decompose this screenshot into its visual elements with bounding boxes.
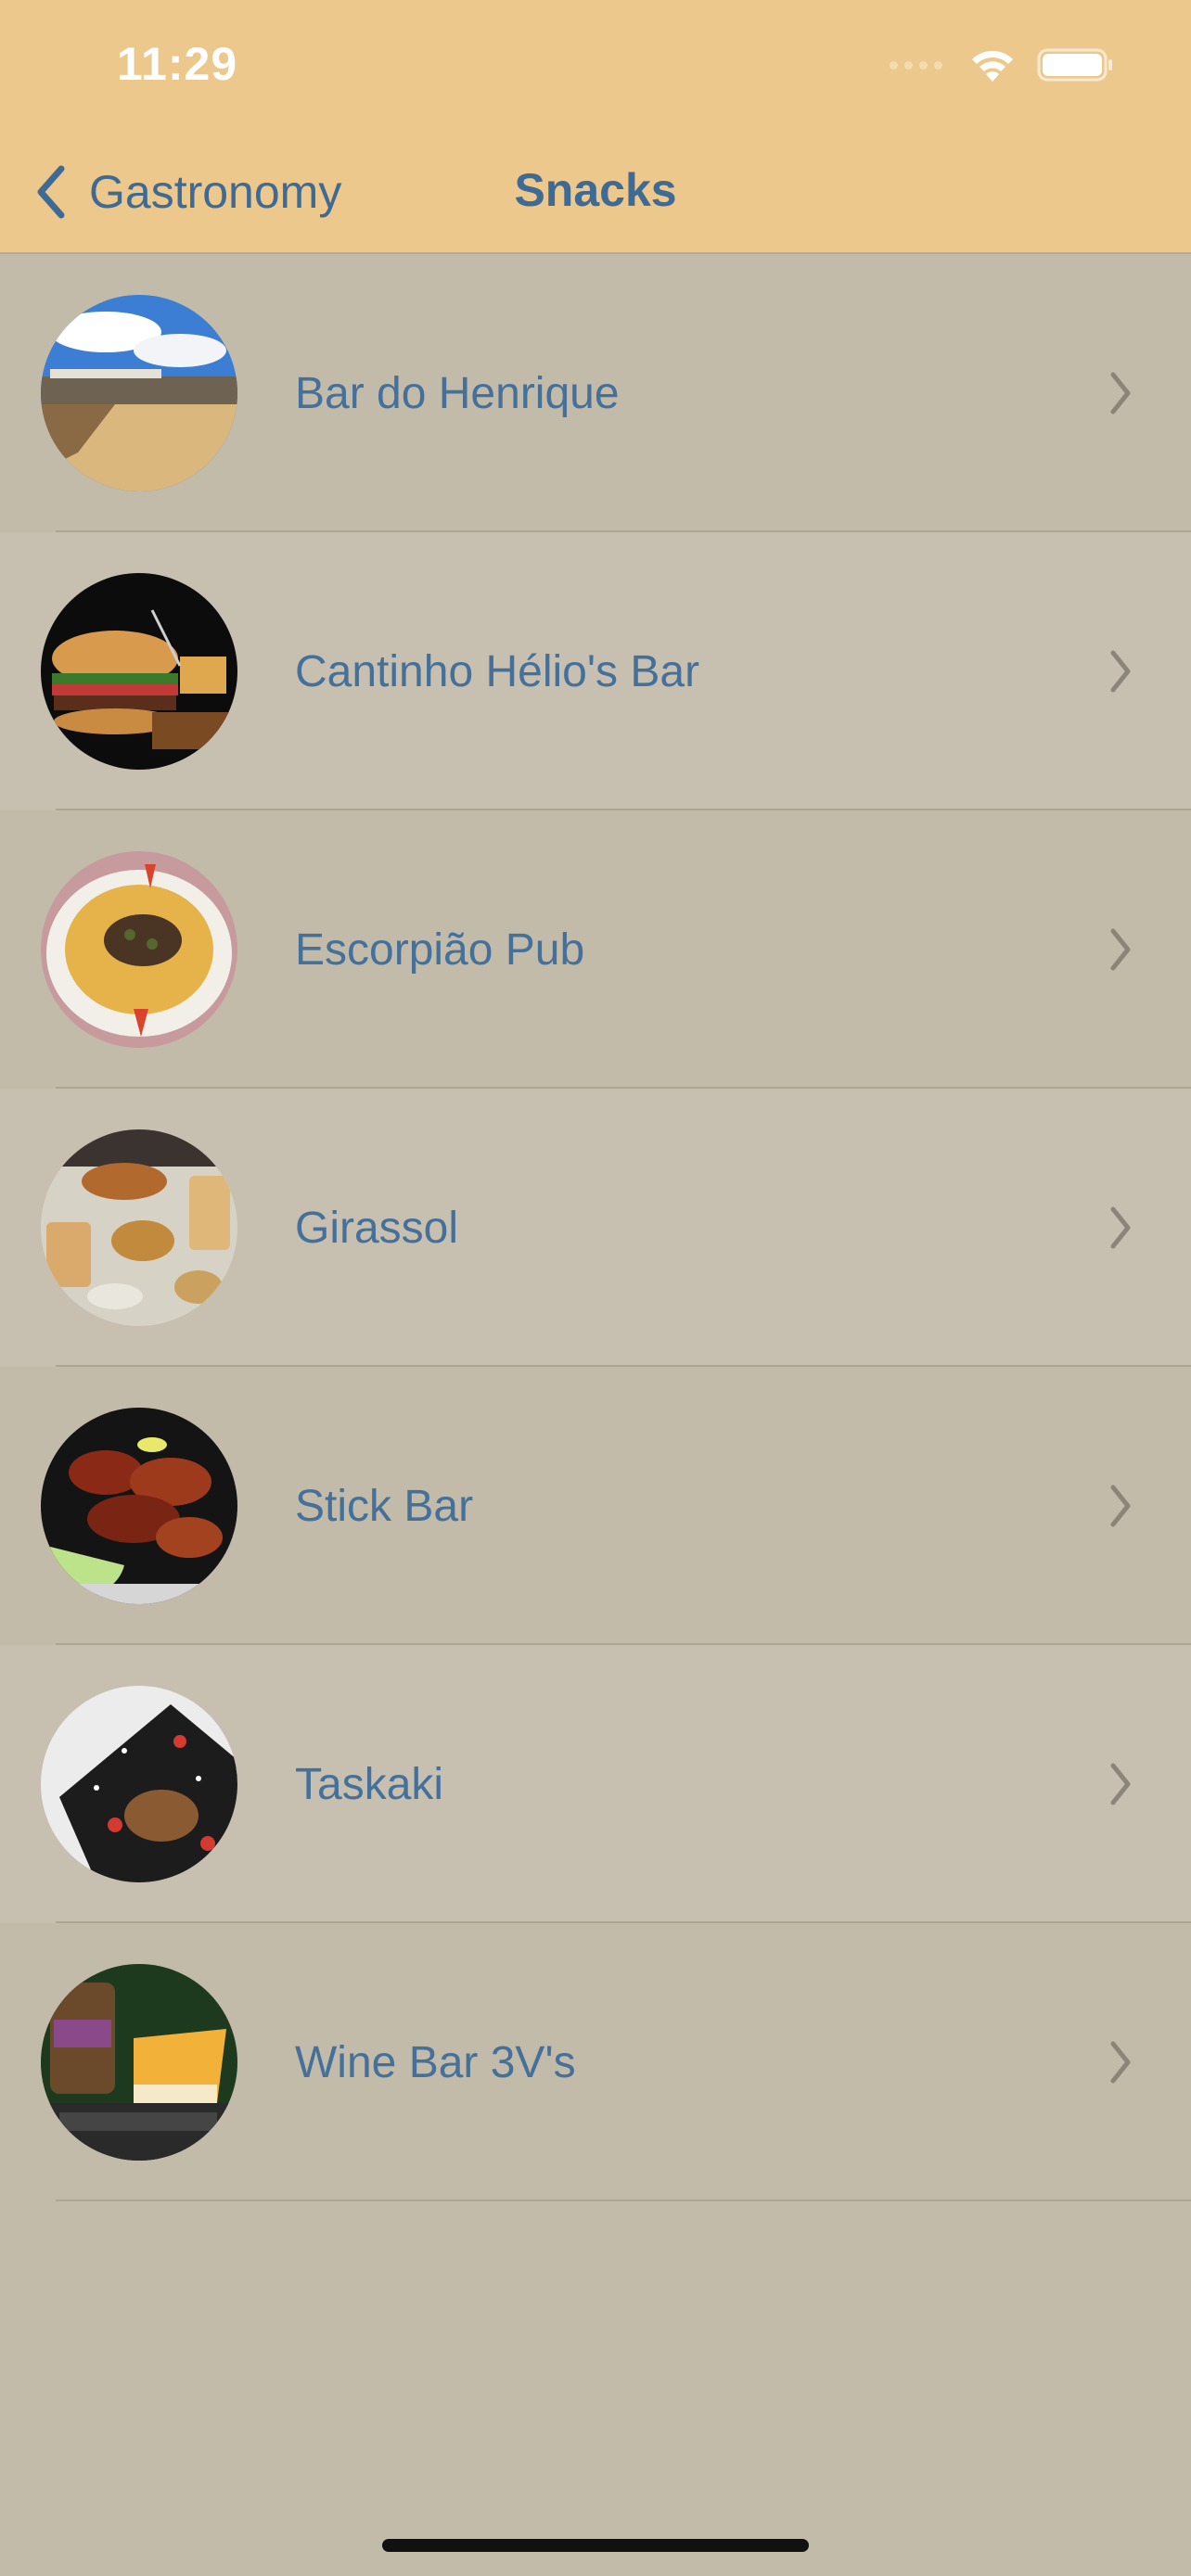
list-item-label: Girassol [295,1203,459,1253]
list-item-label: Taskaki [295,1759,444,1809]
list-item-label: Bar do Henrique [295,368,620,418]
home-indicator[interactable] [382,2539,809,2552]
chevron-right-icon [1110,1206,1131,1249]
drinks-snacks-photo [41,1129,237,1326]
signal-icon [890,60,942,70]
list-item-label: Cantinho Hélio's Bar [295,646,700,696]
fries-steak-photo [41,851,237,1048]
chevron-right-icon [1110,1763,1131,1805]
burger-photo [41,573,237,770]
cheesecake-jar-photo [41,1964,237,2161]
list-item[interactable]: Escorpião Pub [0,810,1191,1089]
list-item-label: Wine Bar 3V's [295,2037,576,2087]
list-item[interactable]: Taskaki [0,1645,1191,1923]
status-time: 11:29 [117,38,238,90]
venue-list: Bar do Henrique Cantinho Hélio's Bar Esc… [0,254,1191,2201]
list-item[interactable]: Bar do Henrique [0,254,1191,532]
navigation-header: 11:29 Gastronomy Snacks [0,0,1191,254]
list-item[interactable]: Stick Bar [0,1367,1191,1645]
chevron-right-icon [1110,372,1131,414]
wifi-icon [972,50,1013,82]
list-item-label: Stick Bar [295,1481,474,1531]
beach-bar-photo [41,295,237,491]
chevron-right-icon [1110,650,1131,693]
list-item[interactable]: Wine Bar 3V's [0,1923,1191,2201]
chevron-right-icon [1110,1485,1131,1527]
list-item[interactable]: Cantinho Hélio's Bar [0,532,1191,810]
list-item-label: Escorpião Pub [295,925,585,975]
list-item[interactable]: Girassol [0,1089,1191,1367]
row-divider [56,2200,1191,2201]
chicken-wings-photo [41,1408,237,1604]
page-title: Snacks [514,164,677,216]
status-icons [890,46,1115,83]
chevron-right-icon [1110,928,1131,971]
dessert-plate-photo [41,1686,237,1882]
chevron-right-icon [1110,2041,1131,2084]
battery-icon [1037,48,1112,82]
